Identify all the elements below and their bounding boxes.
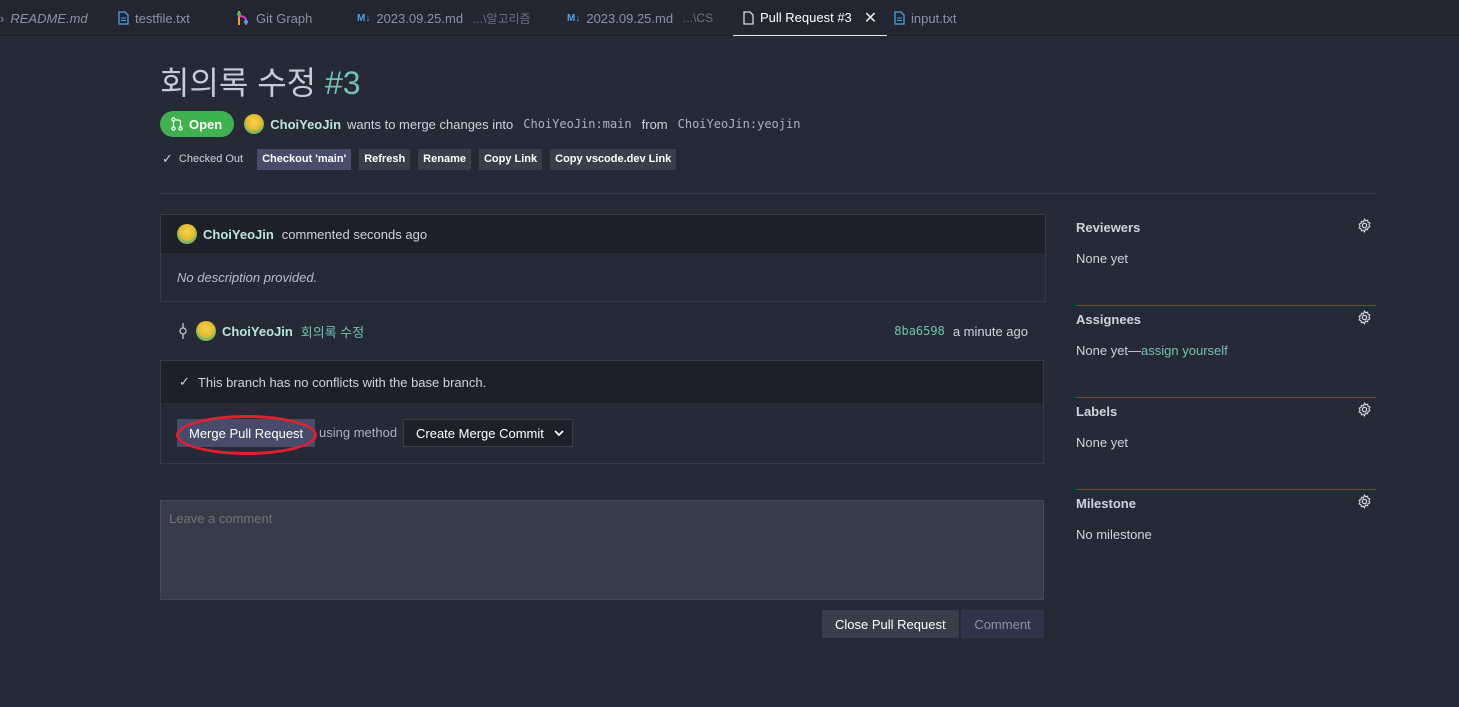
merge-method-select[interactable]: Create Merge Commit [403, 419, 573, 447]
markdown-icon: M↓ [567, 12, 581, 24]
checkout-button[interactable]: Checkout 'main' [257, 148, 352, 170]
chevron-down-icon [554, 429, 564, 436]
commit-meta: 8ba6598 a minute ago [894, 324, 1028, 339]
avatar[interactable] [244, 114, 265, 134]
milestone-section: Milestone No milestone [1076, 490, 1376, 582]
tab-label: testfile.txt [135, 10, 190, 26]
comment-header: ChoiYeoJin commented seconds ago [161, 215, 1045, 253]
tab-md-algorithm[interactable]: M↓ 2023.09.25.md ...\알고리즘 [357, 0, 531, 36]
copy-link-button[interactable]: Copy Link [478, 148, 543, 170]
file-icon [743, 10, 754, 25]
tab-path: ...\알고리즘 [473, 11, 531, 26]
comment-body: No description provided. [177, 270, 318, 285]
comment-input[interactable] [160, 500, 1044, 600]
assignees-title: Assignees [1076, 312, 1142, 327]
rename-button[interactable]: Rename [418, 148, 471, 170]
status-badge: Open [160, 111, 235, 137]
pr-number: #3 [324, 65, 361, 101]
tab-label: Pull Request #3 [760, 10, 852, 25]
merge-status: ✓ This branch has no conflicts with the … [161, 361, 1043, 403]
milestone-title: Milestone [1076, 496, 1136, 511]
labels-title: Labels [1076, 404, 1118, 419]
pull-request-icon [171, 117, 183, 131]
reviewers-section: Reviewers None yet [1076, 214, 1376, 306]
tab-path: ...\CS [683, 11, 714, 25]
checked-out-indicator: ✓ Checked Out [162, 151, 243, 167]
tab-readme[interactable]: › README.md [0, 0, 88, 36]
checked-out-label: Checked Out [178, 153, 244, 165]
tab-label: Git Graph [256, 10, 313, 26]
pr-actions: ✓ Checked Out Checkout 'main' Refresh Re… [162, 148, 677, 170]
tab-label: README.md [10, 10, 88, 26]
close-icon[interactable]: ✕ [864, 8, 877, 28]
tab-testfile[interactable]: testfile.txt [118, 0, 190, 36]
gear-icon[interactable] [1357, 402, 1372, 417]
editor-tab-bar: › README.md testfile.txt Git Graph M↓ 20… [0, 0, 1459, 36]
merge-method-value: Create Merge Commit [416, 425, 544, 441]
milestone-value: No milestone [1076, 527, 1152, 542]
copy-vscode-link-button[interactable]: Copy vscode.dev Link [550, 148, 677, 170]
check-icon: ✓ [162, 151, 173, 166]
labels-value: None yet [1076, 435, 1129, 450]
merge-panel: ✓ This branch has no conflicts with the … [160, 360, 1044, 464]
git-graph-icon [237, 11, 248, 25]
labels-section: Labels None yet [1076, 398, 1376, 490]
tab-input[interactable]: input.txt [894, 0, 957, 36]
commit-time: a minute ago [952, 323, 1028, 339]
assign-yourself-link[interactable]: assign yourself [1141, 343, 1228, 358]
comment-meta: commented seconds ago [281, 226, 428, 242]
status-label: Open [189, 116, 223, 132]
tab-pull-request[interactable]: Pull Request #3 ✕ [733, 0, 888, 36]
assignees-section: Assignees None yet—assign yourself [1076, 306, 1376, 398]
commit-message[interactable]: 회의록 수정 [301, 322, 364, 341]
pr-status-row: Open ChoiYeoJin wants to merge changes i… [160, 111, 800, 137]
assignees-value: None yet—assign yourself [1076, 343, 1228, 358]
page-title: 회의록 수정 #3 [160, 58, 361, 104]
description-comment: ChoiYeoJin commented seconds ago No desc… [160, 214, 1046, 302]
reviewers-title: Reviewers [1076, 220, 1141, 235]
gear-icon[interactable] [1357, 494, 1372, 509]
gear-icon[interactable] [1357, 218, 1372, 233]
avatar[interactable] [177, 224, 197, 244]
check-icon: ✓ [179, 374, 190, 389]
markdown-icon: M↓ [357, 12, 371, 24]
commit-row: ChoiYeoJin 회의록 수정 8ba6598 a minute ago [176, 320, 1028, 342]
tab-git-graph[interactable]: Git Graph [236, 0, 312, 36]
comment-author[interactable]: ChoiYeoJin [203, 227, 274, 242]
divider [160, 193, 1376, 194]
close-pull-request-button[interactable]: Close Pull Request [822, 610, 959, 638]
using-method-label: using method [319, 425, 398, 440]
tab-label: 2023.09.25.md [586, 10, 674, 26]
tab-label: 2023.09.25.md [376, 10, 464, 26]
merge-description: wants to merge changes into [347, 116, 514, 132]
reviewers-value: None yet [1076, 251, 1129, 266]
tab-md-cs[interactable]: M↓ 2023.09.25.md ...\CS [567, 0, 713, 36]
merge-pull-request-button[interactable]: Merge Pull Request [177, 419, 316, 447]
pr-sidebar: Reviewers None yet Assignees None yet—as… [1076, 214, 1376, 582]
refresh-button[interactable]: Refresh [359, 148, 411, 170]
commit-author[interactable]: ChoiYeoJin [222, 324, 293, 339]
comment-button[interactable]: Comment [961, 610, 1044, 638]
merge-controls: Merge Pull Request using method Create M… [161, 403, 1043, 463]
base-branch: ChoiYeoJin:main [523, 117, 632, 131]
head-branch: ChoiYeoJin:yeojin [677, 117, 801, 131]
commit-icon [179, 323, 187, 339]
author-link[interactable]: ChoiYeoJin [270, 117, 341, 132]
commit-sha[interactable]: 8ba6598 [894, 324, 945, 338]
merge-status-text: This branch has no conflicts with the ba… [197, 374, 487, 390]
assignees-none: None yet— [1076, 343, 1142, 358]
from-text: from [641, 116, 668, 132]
file-icon [894, 11, 905, 25]
file-icon [118, 11, 129, 25]
avatar[interactable] [196, 321, 216, 341]
pr-title: 회의록 수정 [160, 65, 317, 101]
gear-icon[interactable] [1357, 310, 1372, 325]
tab-label: input.txt [911, 10, 957, 26]
